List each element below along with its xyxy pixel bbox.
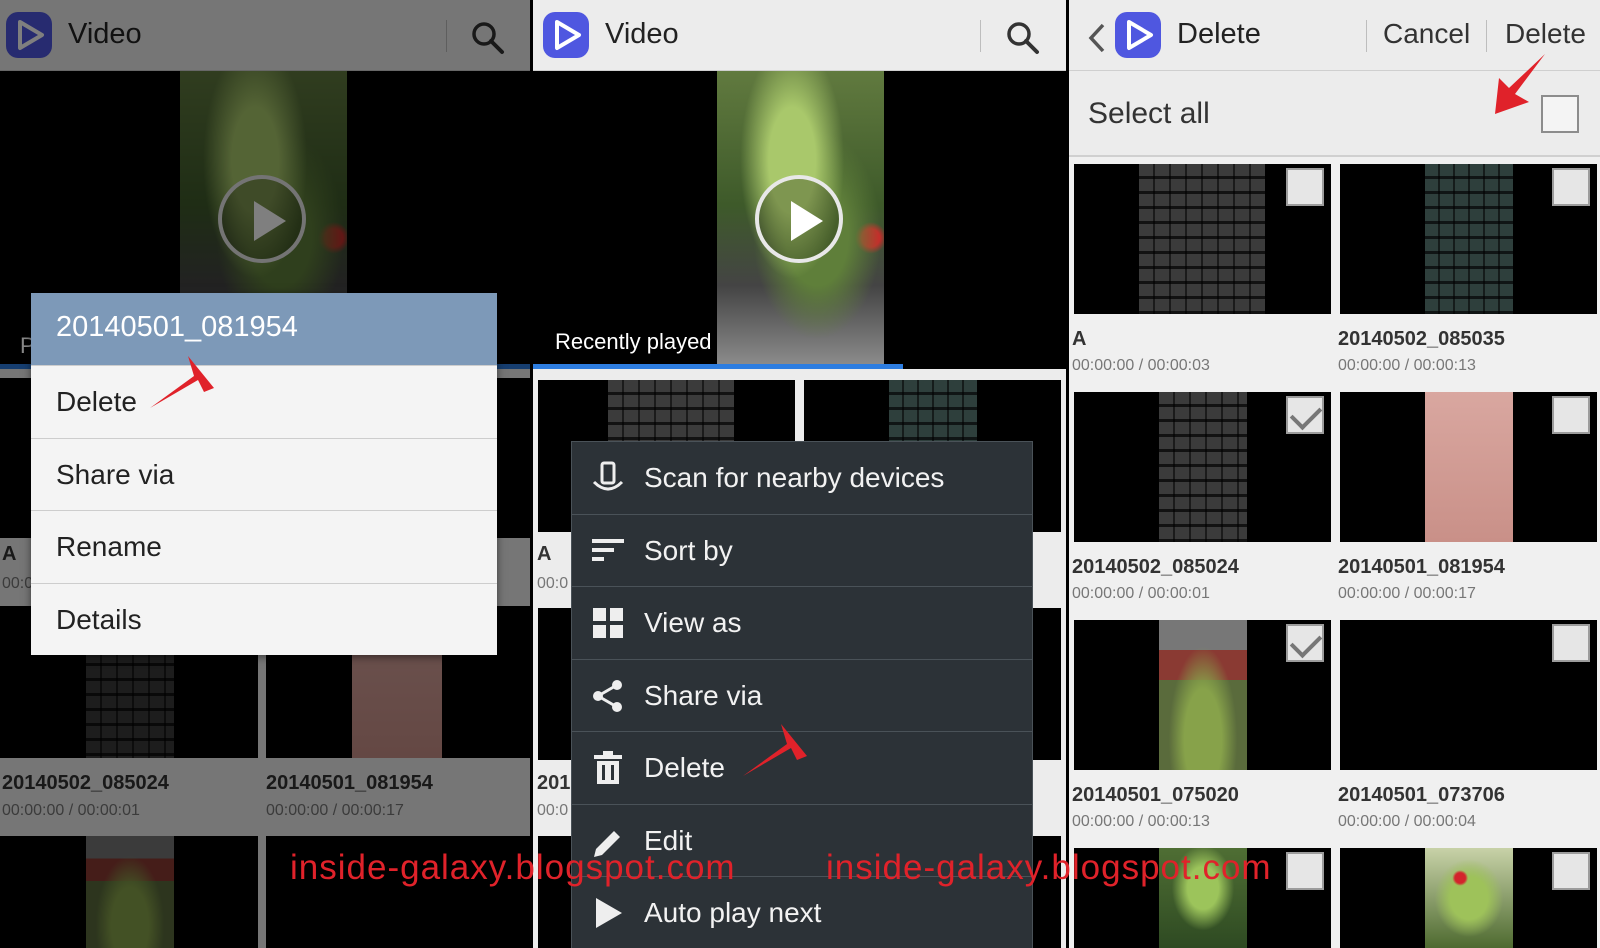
tile-title: A <box>1072 328 1087 350</box>
tile-title: 20140501_075020 <box>1072 784 1239 806</box>
item-checkbox[interactable] <box>1286 396 1324 434</box>
tile-title: 20140502_085024 <box>1072 556 1239 578</box>
tile-time: 00:00:00 / 00:00:01 <box>1072 585 1210 602</box>
divider <box>1486 20 1487 52</box>
panel-context-menu: Video A 00:0 20140502_085024 00:00:00 / … <box>0 0 530 948</box>
tile-time: 00:00:00 / 00:00:17 <box>1338 585 1476 602</box>
tile-title: 201 <box>537 772 571 794</box>
menu-item-delete[interactable]: Delete <box>31 365 497 438</box>
item-checkbox[interactable] <box>1552 624 1590 662</box>
tile-title: 20140502_085035 <box>1338 328 1505 350</box>
menu-item-sort-by[interactable]: Sort by <box>572 515 1032 587</box>
video-tile[interactable] <box>1074 392 1331 542</box>
item-checkbox[interactable] <box>1552 168 1590 206</box>
tile-time: 00:00:00 / 00:00:13 <box>1072 813 1210 830</box>
menu-item-view-as[interactable]: View as <box>572 587 1032 660</box>
menu-item-label: Auto play next <box>644 897 822 928</box>
grid-view-icon <box>593 608 623 638</box>
back-chevron-icon[interactable] <box>1087 22 1107 54</box>
divider <box>980 20 981 52</box>
select-all-label: Select all <box>1088 97 1210 130</box>
app-title: Video <box>605 18 679 50</box>
menu-item-details[interactable]: Details <box>31 582 497 656</box>
video-app-icon[interactable] <box>543 12 589 58</box>
red-arrow-icon <box>1495 54 1545 114</box>
tile-title: A <box>537 543 552 565</box>
delete-button[interactable]: Delete <box>1505 18 1586 50</box>
cancel-button[interactable]: Cancel <box>1383 18 1470 50</box>
item-checkbox[interactable] <box>1552 396 1590 434</box>
search-icon[interactable] <box>1005 20 1041 60</box>
tile-time: 00:00:00 / 00:00:13 <box>1338 357 1476 374</box>
play-icon <box>596 898 622 928</box>
video-tile[interactable] <box>1074 620 1331 770</box>
recently-played-caption: Recently played <box>555 329 712 354</box>
item-checkbox[interactable] <box>1286 852 1324 890</box>
action-bar: Video <box>533 0 1066 71</box>
video-thumbnail-image <box>1425 164 1513 314</box>
menu-item-share-via[interactable]: Share via <box>31 437 497 511</box>
trash-icon <box>594 751 622 784</box>
delete-mode-title: Delete <box>1177 18 1261 50</box>
video-thumbnail-image <box>1139 164 1265 314</box>
tile-title: 20140501_073706 <box>1338 784 1505 806</box>
video-tile[interactable] <box>1340 164 1597 314</box>
share-icon <box>593 679 622 712</box>
item-checkbox[interactable] <box>1286 168 1324 206</box>
video-thumbnail-image <box>1159 620 1247 770</box>
video-thumbnail-image <box>1159 392 1247 542</box>
tile-time: 00:00:00 / 00:00:03 <box>1072 357 1210 374</box>
red-arrow-icon <box>150 356 214 408</box>
red-arrow-icon <box>743 724 807 776</box>
menu-item-label: Delete <box>644 752 725 783</box>
video-app-icon[interactable] <box>1115 12 1161 58</box>
video-thumbnail-image <box>1425 392 1513 542</box>
video-tile[interactable] <box>1340 392 1597 542</box>
item-checkbox[interactable] <box>1286 624 1324 662</box>
panel-delete-selection: Delete Cancel Delete Select all A 00:00:… <box>1069 0 1600 948</box>
video-thumbnail-image <box>1425 848 1513 948</box>
video-tile[interactable] <box>1074 164 1331 314</box>
tile-time: 00:0 <box>537 802 569 819</box>
menu-item-label: View as <box>644 607 742 638</box>
video-tile[interactable] <box>1340 620 1597 770</box>
menu-item-label: Scan for nearby devices <box>644 462 945 493</box>
item-checkbox[interactable] <box>1552 852 1590 890</box>
menu-item-scan-nearby-devices[interactable]: Scan for nearby devices <box>572 442 1032 515</box>
play-icon[interactable] <box>755 175 843 263</box>
menu-item-rename[interactable]: Rename <box>31 510 497 583</box>
tile-time: 00:0 <box>537 575 569 592</box>
context-menu-title: 20140501_081954 <box>31 293 497 365</box>
panel-overflow-menu: Video Recently played A 00:0 201 00:0 Sc… <box>533 0 1066 948</box>
watermark-text: inside-galaxy.blogspot.com <box>290 848 736 887</box>
menu-item-label: Share via <box>644 679 763 711</box>
tile-title: 20140501_081954 <box>1338 556 1505 578</box>
context-menu: 20140501_081954 Delete Share via Rename … <box>31 293 497 655</box>
recent-video-thumbnail[interactable]: Recently played <box>533 71 1066 369</box>
divider <box>1366 20 1367 52</box>
scan-devices-icon <box>592 461 624 491</box>
menu-item-label: Sort by <box>644 534 733 566</box>
watermark-text: inside-galaxy.blogspot.com <box>826 848 1272 887</box>
tile-time: 00:00:00 / 00:00:04 <box>1338 813 1476 830</box>
video-tile[interactable] <box>1340 848 1597 948</box>
sort-icon <box>592 538 624 561</box>
